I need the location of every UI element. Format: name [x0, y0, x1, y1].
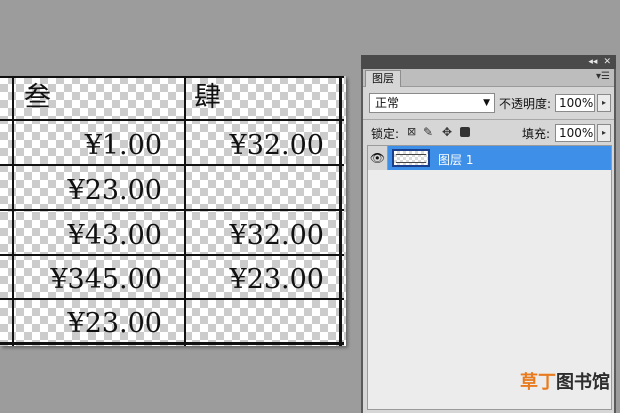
chevron-down-icon: ▼	[483, 98, 490, 108]
table-hline	[0, 298, 344, 300]
table-hline	[0, 164, 344, 166]
lock-paint-brush-icon[interactable]: ✎	[423, 125, 433, 139]
table-cell: ¥345.00	[50, 264, 162, 295]
opacity-input[interactable]: 100%	[555, 94, 595, 112]
fill-slider-button[interactable]: ▸	[597, 124, 611, 142]
close-panel-icon[interactable]: ✕	[603, 57, 611, 67]
layer-row[interactable]: 👁 图层 1	[368, 146, 611, 170]
collapse-panel-icon[interactable]: ◂◂	[588, 57, 597, 67]
fill-label: 填充:	[522, 127, 551, 141]
table-cell: ¥23.00	[67, 175, 162, 206]
divider	[363, 119, 614, 120]
table-vline	[184, 76, 186, 346]
lock-all-icon[interactable]	[460, 127, 470, 137]
document-canvas[interactable]: 叁 肆 ¥1.00 ¥32.00 ¥23.00 ¥43.00 ¥32.00 ¥3…	[0, 76, 346, 346]
table-cell: ¥1.00	[84, 130, 162, 161]
watermark-logo: 草丁图书馆	[520, 368, 610, 394]
lock-move-icon[interactable]: ✥	[442, 125, 452, 139]
thumbnail-table-lines	[396, 154, 426, 163]
layer-name[interactable]: 图层 1	[438, 151, 473, 168]
table-cell: ¥23.00	[67, 308, 162, 339]
eye-icon[interactable]: 👁	[368, 146, 388, 170]
tab-layers[interactable]: 图层	[365, 70, 401, 87]
opacity-label: 不透明度:	[499, 97, 552, 111]
opacity-slider-button[interactable]: ▸	[597, 94, 611, 112]
fill-input[interactable]: 100%	[555, 124, 595, 142]
table-hline	[0, 342, 344, 345]
table-header-cell: 肆	[194, 82, 221, 113]
table-hline	[0, 209, 344, 211]
table-cell: ¥32.00	[229, 130, 324, 161]
lock-label: 锁定:	[371, 127, 400, 141]
layer-thumbnail	[392, 149, 430, 167]
panel-titlebar: ◂◂ ✕	[361, 55, 616, 69]
blend-mode-select[interactable]: 正常 ▼	[369, 93, 495, 113]
table-vline	[12, 76, 14, 346]
table-hline	[0, 254, 344, 256]
table-header-cell: 叁	[24, 82, 51, 113]
table-cell: ¥23.00	[229, 264, 324, 295]
panel-tab-row: 图层 ▾☰	[363, 69, 614, 87]
watermark-part-1: 草丁	[520, 372, 556, 393]
table-hline	[0, 119, 344, 121]
blend-mode-value: 正常	[375, 96, 400, 110]
table-cell: ¥32.00	[229, 220, 324, 251]
table-hline	[0, 76, 344, 78]
table-grid	[0, 76, 344, 346]
table-vline	[339, 76, 342, 346]
layers-panel: ◂◂ ✕ 图层 ▾☰ 正常 ▼ 不透明度: 100% ▸ 锁定: ⊠ ✎ ✥ 填…	[361, 55, 616, 413]
watermark-part-2: 图书馆	[556, 372, 610, 393]
table-cell: ¥43.00	[67, 220, 162, 251]
panel-menu-icon[interactable]: ▾☰	[596, 72, 610, 82]
lock-transparency-icon[interactable]: ⊠	[407, 125, 416, 139]
panel-body: 图层 ▾☰ 正常 ▼ 不透明度: 100% ▸ 锁定: ⊠ ✎ ✥ 填充: 10…	[363, 69, 614, 413]
